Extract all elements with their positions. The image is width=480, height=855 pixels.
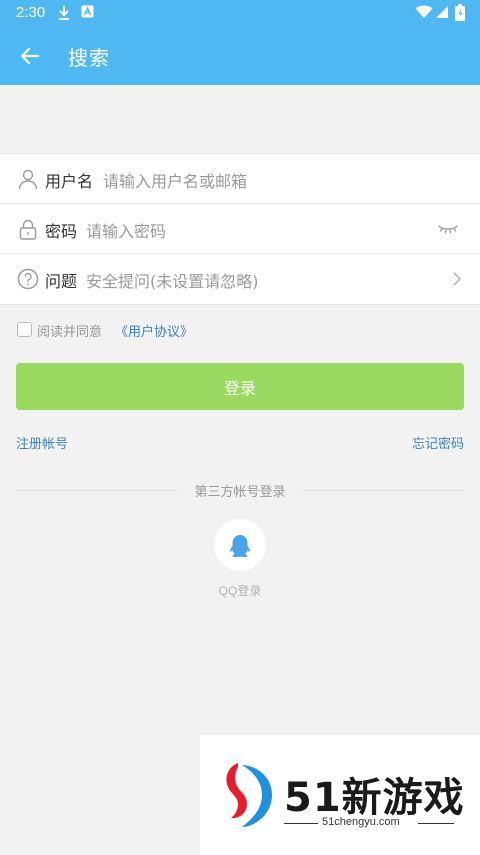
lock-icon xyxy=(19,219,37,240)
watermark-site: 51chengyu.com xyxy=(322,816,400,828)
agreement-checkbox[interactable] xyxy=(17,322,32,337)
page-title: 搜索 xyxy=(68,46,110,70)
question-select[interactable]: 安全提问(未设置请忽略) xyxy=(86,268,259,292)
app-notification-icon xyxy=(81,5,94,18)
login-form: 用户名 请输入用户名或邮箱 密码 请输入密码 问题 安全提问(未设置请忽略) xyxy=(0,153,480,305)
question-icon xyxy=(17,268,39,290)
forgot-password-link[interactable]: 忘记密码 xyxy=(412,433,464,452)
username-label: 用户名 xyxy=(45,172,94,191)
brand-logo-icon xyxy=(226,763,272,827)
battery-icon xyxy=(455,4,465,21)
status-time: 2:30 xyxy=(16,4,46,21)
site-watermark: 51新游戏 51chengyu.com xyxy=(200,735,480,855)
username-input[interactable]: 请输入用户名或邮箱 xyxy=(103,168,247,192)
user-agreement-link[interactable]: 《用户协议》 xyxy=(115,321,193,340)
register-link[interactable]: 注册帐号 xyxy=(16,433,68,452)
watermark-brand: 51新游戏 xyxy=(284,775,465,821)
password-input[interactable]: 请输入密码 xyxy=(86,218,166,242)
back-arrow-icon[interactable] xyxy=(18,44,42,68)
status-bar: 2:30 xyxy=(0,0,480,26)
chevron-right-icon xyxy=(453,272,461,286)
download-icon xyxy=(59,6,69,20)
signal-icon xyxy=(436,6,448,18)
password-label: 密码 xyxy=(45,222,78,241)
third-party-heading: 第三方帐号登录 xyxy=(194,485,286,500)
qq-login-label: QQ登录 xyxy=(218,584,262,598)
security-question-row[interactable]: 问题 安全提问(未设置请忽略) xyxy=(0,254,480,304)
wifi-icon xyxy=(415,5,433,18)
agreement-text: 阅读并同意 xyxy=(37,325,103,340)
user-icon xyxy=(18,169,38,190)
qq-login-button[interactable] xyxy=(214,519,266,571)
password-row[interactable]: 密码 请输入密码 xyxy=(0,204,480,254)
question-label: 问题 xyxy=(45,272,78,291)
toolbar: 搜索 xyxy=(0,26,480,85)
qq-penguin-icon xyxy=(230,535,250,558)
watermark-line-right xyxy=(418,823,454,824)
login-button[interactable]: 登录 xyxy=(16,363,464,410)
username-row[interactable]: 用户名 请输入用户名或邮箱 xyxy=(0,154,480,204)
eye-closed-icon[interactable] xyxy=(438,223,458,235)
watermark-line-left xyxy=(284,823,318,824)
